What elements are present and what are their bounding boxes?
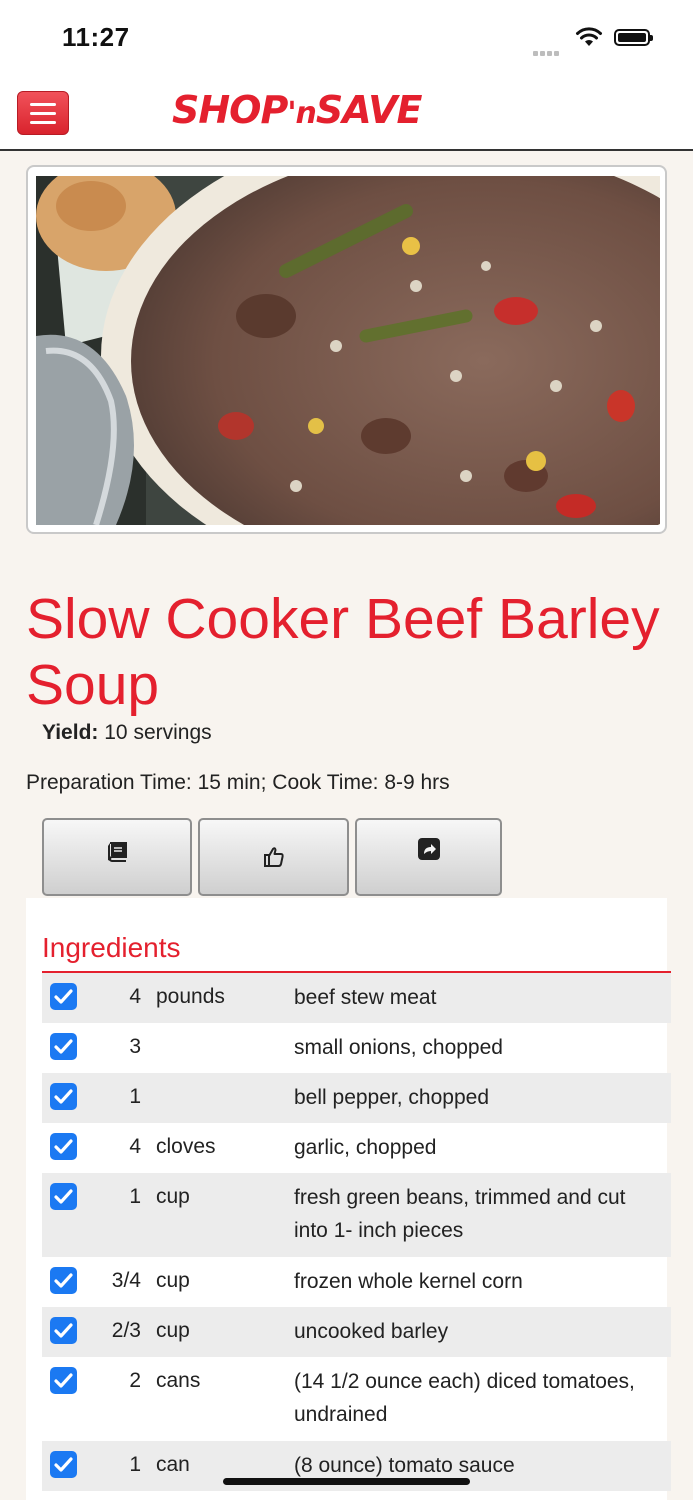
menu-button[interactable] bbox=[17, 91, 69, 135]
ingredient-desc: beef stew meat bbox=[294, 986, 437, 1009]
ingredient-unit: cup bbox=[156, 1269, 190, 1292]
ingredient-desc: fresh green beans, trimmed and cut into … bbox=[294, 1186, 626, 1242]
ingredient-checkbox[interactable] bbox=[50, 983, 77, 1010]
recipe-photo bbox=[36, 176, 660, 525]
ingredient-qty: 3/4 bbox=[111, 1269, 141, 1292]
ingredient-desc: bell pepper, chopped bbox=[294, 1086, 489, 1109]
ingredient-checkbox[interactable] bbox=[50, 1317, 77, 1344]
ingredient-qty: 1 bbox=[129, 1453, 141, 1476]
ingredient-unit: cans bbox=[156, 1369, 201, 1392]
ingredient-unit: cup bbox=[156, 1185, 190, 1208]
ingredient-qty: 2 bbox=[129, 1369, 141, 1392]
ingredient-checkbox[interactable] bbox=[50, 1133, 77, 1160]
ingredient-qty: 4 bbox=[129, 985, 141, 1008]
ingredient-qty: 4 bbox=[129, 1135, 141, 1158]
wifi-icon bbox=[576, 27, 602, 46]
checkmark-icon bbox=[54, 989, 73, 1004]
ingredient-checkbox[interactable] bbox=[50, 1267, 77, 1294]
ingredient-desc: frozen whole kernel corn bbox=[294, 1270, 523, 1293]
ingredient-row: 1 cup fresh green beans, trimmed and cut… bbox=[42, 1173, 671, 1257]
cellular-signal-icon bbox=[533, 43, 561, 61]
yield-label: Yield: bbox=[42, 721, 99, 744]
ingredient-checkbox[interactable] bbox=[50, 1033, 77, 1060]
ingredient-desc: garlic, chopped bbox=[294, 1136, 437, 1159]
ingredient-row: 1 bell pepper, chopped bbox=[42, 1073, 671, 1123]
checkmark-icon bbox=[54, 1273, 73, 1288]
share-button[interactable] bbox=[355, 818, 502, 896]
checkmark-icon bbox=[54, 1457, 73, 1472]
ingredient-checkbox[interactable] bbox=[50, 1183, 77, 1210]
recipe-title: Slow Cooker Beef Barley Soup bbox=[26, 587, 660, 717]
ingredient-desc: uncooked barley bbox=[294, 1320, 449, 1343]
prep-time: Preparation Time: 15 min; Cook Time: 8-9… bbox=[26, 771, 450, 794]
checkmark-icon bbox=[54, 1373, 73, 1388]
home-indicator[interactable] bbox=[223, 1478, 470, 1485]
status-time: 11:27 bbox=[62, 22, 130, 52]
recipe-book-button[interactable] bbox=[42, 818, 192, 896]
ingredient-checkbox[interactable] bbox=[50, 1083, 77, 1110]
ingredient-unit: cup bbox=[156, 1319, 190, 1342]
ingredient-row: 2/3 cup uncooked barley bbox=[42, 1307, 671, 1357]
ingredients-section: Ingredients 4 pounds beef stew meat 3 sm… bbox=[26, 898, 671, 1500]
shop-n-save-logo[interactable]: SHOP'nSAVE bbox=[172, 88, 422, 132]
share-icon bbox=[417, 838, 440, 860]
ingredient-row: 2 cans (14 1/2 ounce each) diced tomatoe… bbox=[42, 1357, 671, 1441]
ingredient-desc: small onions, chopped bbox=[294, 1036, 503, 1059]
hamburger-icon bbox=[30, 103, 56, 106]
thumbs-up-icon bbox=[263, 847, 284, 867]
checkmark-icon bbox=[54, 1189, 73, 1204]
checkmark-icon bbox=[54, 1323, 73, 1338]
ingredient-row: 3/4 cup frozen whole kernel corn bbox=[42, 1257, 671, 1307]
ingredient-row: 4 cloves garlic, chopped bbox=[42, 1123, 671, 1173]
ingredient-checkbox[interactable] bbox=[50, 1451, 77, 1478]
ingredient-row: 4 pounds beef stew meat bbox=[42, 973, 671, 1023]
status-bar: 11:27 bbox=[0, 0, 693, 78]
recipe-yield: Yield: 10 servings bbox=[42, 721, 212, 745]
ingredient-unit: can bbox=[156, 1453, 190, 1476]
battery-icon bbox=[614, 29, 653, 46]
ingredient-desc: (14 1/2 ounce each) diced tomatoes, undr… bbox=[294, 1370, 635, 1426]
checkmark-icon bbox=[54, 1089, 73, 1104]
ingredient-qty: 1 bbox=[129, 1085, 141, 1108]
ingredients-heading: Ingredients bbox=[42, 932, 181, 963]
app-header: SHOP'nSAVE bbox=[0, 78, 693, 151]
ingredient-row: 3 small onions, chopped bbox=[42, 1023, 671, 1073]
recipe-photo-card bbox=[26, 165, 667, 534]
ingredients-list: 4 pounds beef stew meat 3 small onions, … bbox=[42, 973, 671, 1491]
ingredient-qty: 2/3 bbox=[111, 1319, 141, 1342]
ingredient-qty: 3 bbox=[129, 1035, 141, 1058]
checkmark-icon bbox=[54, 1139, 73, 1154]
ingredient-checkbox[interactable] bbox=[50, 1367, 77, 1394]
book-icon bbox=[108, 842, 127, 862]
ingredient-unit: pounds bbox=[156, 985, 225, 1008]
checkmark-icon bbox=[54, 1039, 73, 1054]
yield-value: 10 servings bbox=[104, 721, 212, 744]
like-button[interactable] bbox=[198, 818, 349, 896]
ingredient-unit: cloves bbox=[156, 1135, 216, 1158]
ingredient-qty: 1 bbox=[129, 1185, 141, 1208]
